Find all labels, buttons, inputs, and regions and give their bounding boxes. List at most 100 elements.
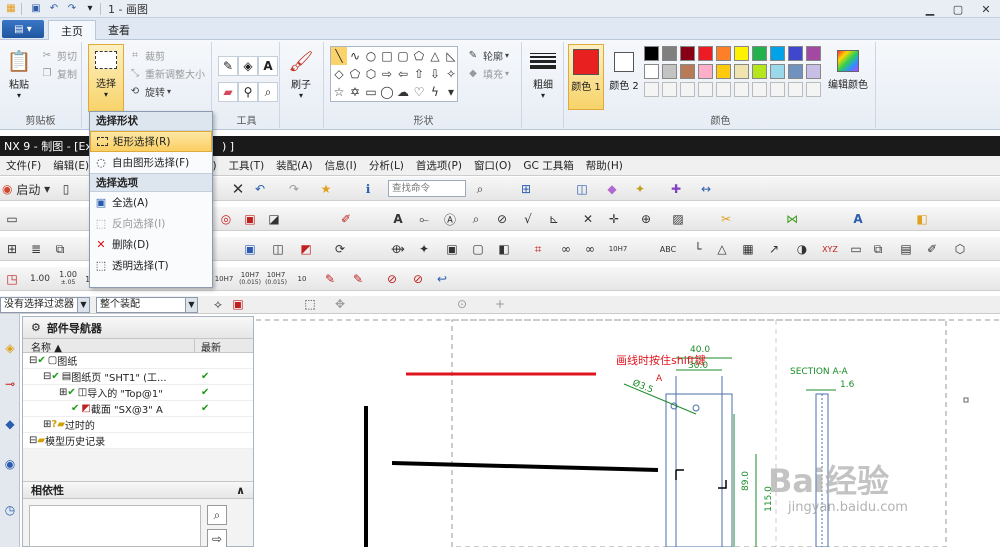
web-icon[interactable]: ◉ xyxy=(0,454,20,474)
frame-icon[interactable]: ▢ xyxy=(468,239,488,259)
fit-h7-tol2-icon[interactable]: 10H7 (0.015) xyxy=(264,269,288,289)
empty-swatch[interactable] xyxy=(788,82,803,97)
arrow-left-shape-icon[interactable]: ⇦ xyxy=(395,65,411,83)
paste-button[interactable]: 📋 粘贴 ▾ xyxy=(4,46,34,100)
rect-select-icon[interactable]: ⬚ xyxy=(300,294,320,314)
stack-icon[interactable]: ⧉ xyxy=(50,239,70,259)
palette-swatch[interactable] xyxy=(806,46,821,61)
close-x-icon[interactable]: ✕ xyxy=(228,179,248,199)
tree-row[interactable]: ⊟ ✔ ▤ 图纸页 "SHT1" (工... ✔ xyxy=(23,369,253,385)
circle-view-icon[interactable]: ◎ xyxy=(216,209,236,229)
hexagon-shape-icon[interactable]: ⬡ xyxy=(363,65,379,83)
paint-app-icon[interactable]: ▦ xyxy=(4,3,18,15)
crosshair-icon[interactable]: ✛ xyxy=(604,209,624,229)
palette-swatch[interactable] xyxy=(806,64,821,79)
menu-help[interactable]: 帮助(H) xyxy=(580,158,629,173)
lightning-shape-icon[interactable]: ϟ xyxy=(427,83,443,101)
tree-row[interactable]: ⊟ ✔ ▢ 图纸 xyxy=(23,353,253,369)
undo-icon[interactable]: ↶ xyxy=(250,179,270,199)
tab-home[interactable]: 主页 xyxy=(48,20,96,40)
triangle-icon[interactable]: △ xyxy=(712,239,732,259)
menu-item-select-all[interactable]: ▣ 全选(A) xyxy=(90,192,212,213)
palette-swatch[interactable] xyxy=(752,46,767,61)
drawing-sheet-icon[interactable]: ▭ xyxy=(2,209,22,229)
save-icon[interactable]: ▣ xyxy=(29,3,43,15)
empty-swatch[interactable] xyxy=(662,82,677,97)
menu-preferences[interactable]: 首选项(P) xyxy=(410,158,468,173)
search-icon[interactable]: ⌕ xyxy=(470,179,490,199)
oval-shape-icon[interactable]: ○ xyxy=(363,47,379,65)
cut-button[interactable]: ✂ 剪切 xyxy=(40,46,77,64)
drawing-canvas[interactable]: 画线时按住shift键 SECTION A-A 40.0 30.0 Ø3.5 1… xyxy=(252,314,1000,547)
arrow-down-shape-icon[interactable]: ⇩ xyxy=(427,65,443,83)
image-icon[interactable]: ▨ xyxy=(668,209,688,229)
diamond-shape-icon[interactable]: ◇ xyxy=(331,65,347,83)
col-latest-header[interactable]: 最新 xyxy=(195,339,221,354)
arrow-a-icon[interactable]: ↗ xyxy=(764,239,784,259)
orient-icon[interactable]: ⟴ xyxy=(388,239,408,259)
empty-swatch[interactable] xyxy=(716,82,731,97)
note-icon[interactable]: A xyxy=(388,209,408,229)
palette-swatch[interactable] xyxy=(770,46,785,61)
color1-button[interactable]: 颜色 1 xyxy=(568,44,604,110)
command-search-input[interactable] xyxy=(388,180,466,197)
datum-icon[interactable]: Ⓐ xyxy=(440,209,460,229)
datum-x-icon[interactable]: └ xyxy=(688,239,708,259)
callout-cloud-shape-icon[interactable]: ☁ xyxy=(395,83,411,101)
edit-pen2-icon[interactable]: ✎ xyxy=(348,269,368,289)
magnifier-icon[interactable]: ⌕ xyxy=(258,82,278,102)
bowtie-icon[interactable]: ⋈ xyxy=(782,209,802,229)
tree-row[interactable]: ⊞ ✔ ◫ 导入的 "Top@1" ✔ xyxy=(23,385,253,401)
palette-swatch[interactable] xyxy=(698,64,713,79)
border-icon[interactable]: ▣ xyxy=(442,239,462,259)
constraint-nav-icon[interactable]: ⊸ xyxy=(0,374,20,394)
text-style-icon[interactable]: A xyxy=(848,209,868,229)
brushes-button[interactable]: 🖌 刷子 ▾ xyxy=(286,46,316,100)
section-view-icon[interactable]: ▣ xyxy=(240,209,260,229)
collapse-icon[interactable]: ⊟ xyxy=(29,355,37,366)
table-icon[interactable]: ⧉ xyxy=(868,239,888,259)
callout-oval-shape-icon[interactable]: ◯ xyxy=(379,83,395,101)
tab-view[interactable]: 查看 xyxy=(96,20,142,40)
plus-snap-icon[interactable]: + xyxy=(490,294,510,314)
star5-shape-icon[interactable]: ☆ xyxy=(331,83,347,101)
cube-icon[interactable]: ◧ xyxy=(912,209,932,229)
menu-item-delete[interactable]: ✕ 删除(D) xyxy=(90,234,212,255)
menu-edit[interactable]: 编辑(E) xyxy=(47,158,95,173)
menu-assembly[interactable]: 装配(A) xyxy=(270,158,318,173)
selection-filter-combo[interactable]: 没有选择过滤器 ▼ xyxy=(0,297,90,313)
palette-swatch[interactable] xyxy=(734,64,749,79)
empty-swatch[interactable] xyxy=(698,82,713,97)
info-icon[interactable]: ℹ xyxy=(358,179,378,199)
fit-h7-tol-icon[interactable]: 10H7 (0.015) xyxy=(238,269,262,289)
redo-icon[interactable]: ↷ xyxy=(65,3,79,15)
start-button[interactable]: ◉ 启动 ▾ xyxy=(2,179,52,199)
menu-item-transparent-select[interactable]: ⬚ 透明选择(T) xyxy=(90,255,212,276)
part-nav-icon[interactable]: ◆ xyxy=(0,414,20,434)
minimize-icon[interactable]: ▁ xyxy=(916,0,944,18)
star6-shape-icon[interactable]: ✡ xyxy=(347,83,363,101)
snap-icon[interactable]: ⟡ xyxy=(208,294,228,314)
empty-swatch[interactable] xyxy=(770,82,785,97)
menu-tools[interactable]: 工具(T) xyxy=(223,158,271,173)
palette-swatch[interactable] xyxy=(716,64,731,79)
empty-swatch[interactable] xyxy=(734,82,749,97)
rotate-button[interactable]: ⟲ 旋转 ▾ xyxy=(128,82,171,100)
palette-swatch[interactable] xyxy=(644,46,659,61)
edit-view-icon[interactable]: ✐ xyxy=(336,209,356,229)
list-icon[interactable]: ▤ xyxy=(896,239,916,259)
palette-swatch[interactable] xyxy=(662,64,677,79)
redo-icon[interactable]: ↷ xyxy=(284,179,304,199)
col-name-header[interactable]: 名称 ▲ xyxy=(23,339,195,354)
triangle-shape-icon[interactable]: △ xyxy=(427,47,443,65)
arrow-up-shape-icon[interactable]: ⇧ xyxy=(411,65,427,83)
quick-access-dropdown-icon[interactable]: ▾ xyxy=(83,3,97,15)
undo-icon[interactable]: ↶ xyxy=(47,3,61,15)
menu-item-invert-select[interactable]: ⬚ 反向选择(I) xyxy=(90,213,212,234)
line-shape-icon[interactable]: ╲ xyxy=(331,47,347,65)
menu-window[interactable]: 窗口(O) xyxy=(468,158,517,173)
selection-mode-icon[interactable]: ▣ xyxy=(228,294,248,314)
search-icon[interactable]: ⌕ xyxy=(207,505,227,525)
menu-file[interactable]: 文件(F) xyxy=(0,158,47,173)
axis-icon[interactable]: ✚ xyxy=(666,179,686,199)
